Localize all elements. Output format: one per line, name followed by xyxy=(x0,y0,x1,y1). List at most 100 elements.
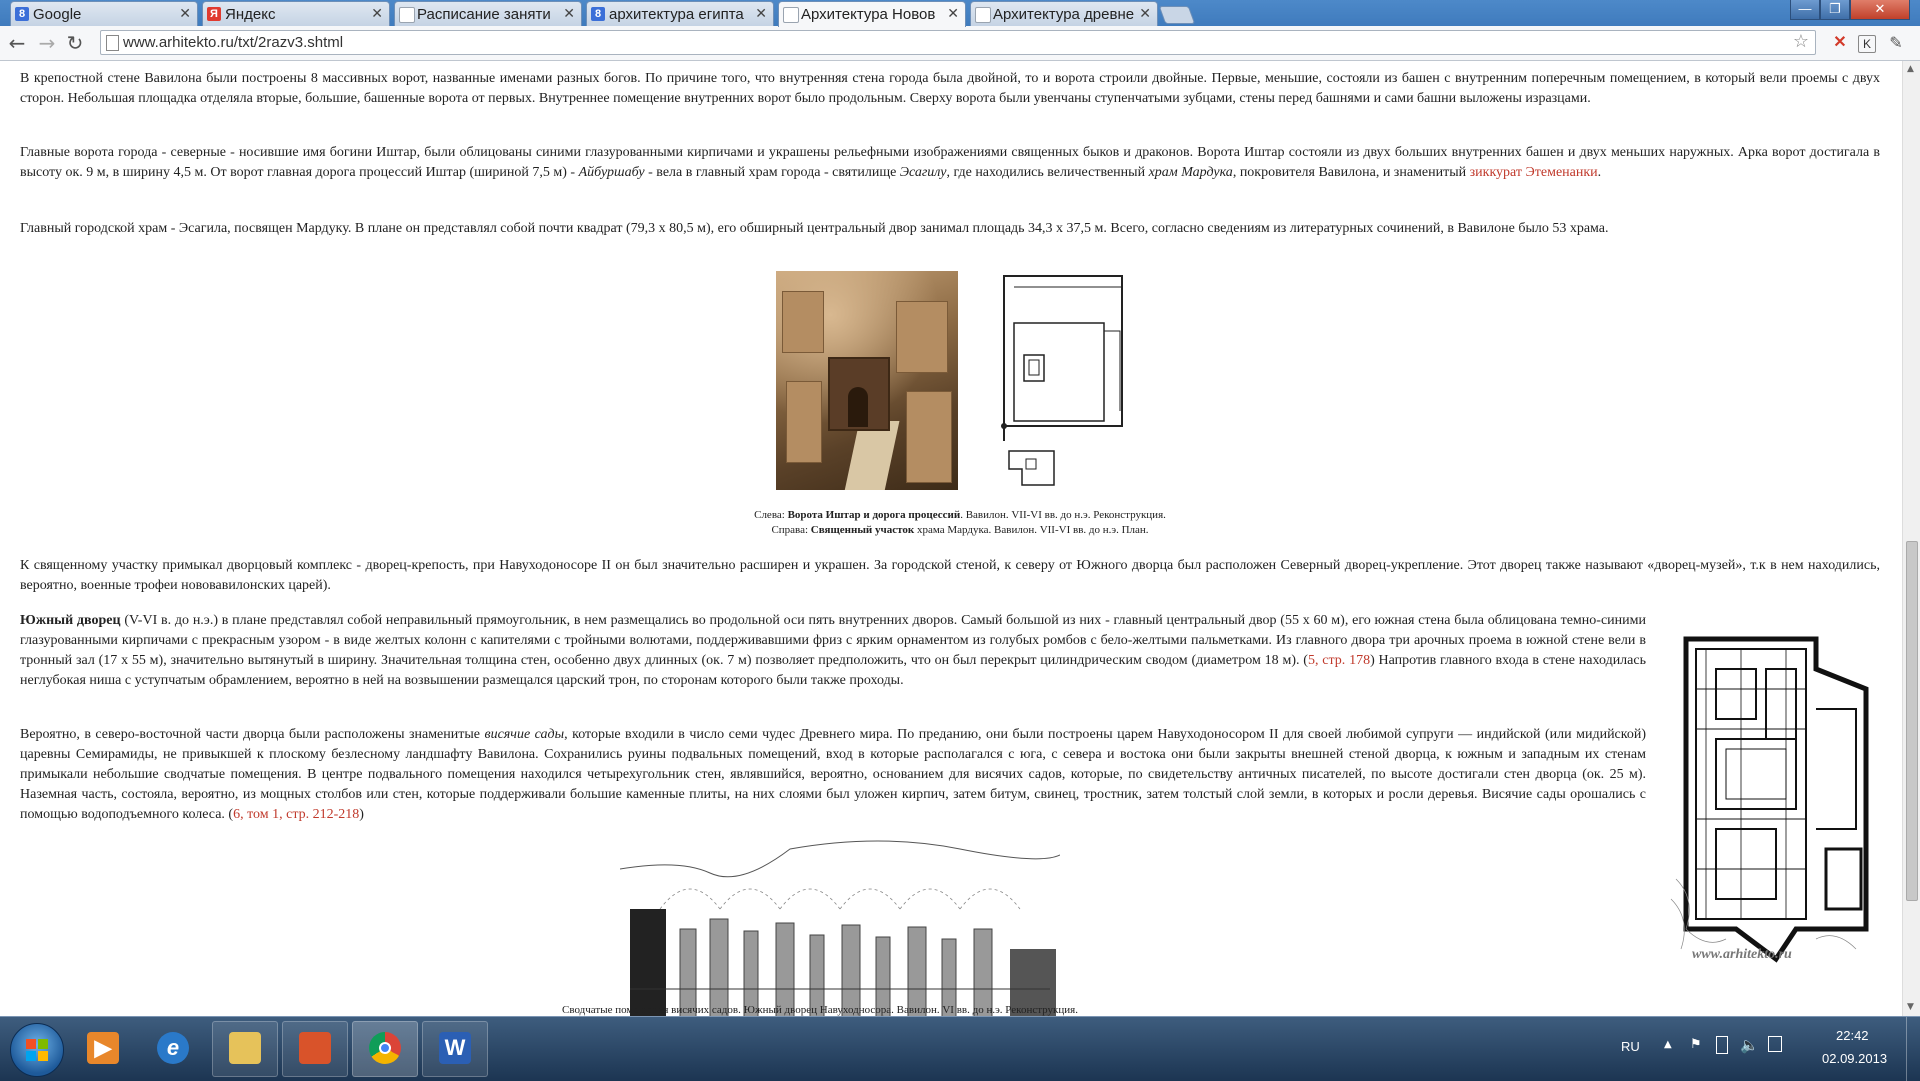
paragraph-southern-palace: Южный дворец (V-VI в. до н.э.) в плане п… xyxy=(20,611,1646,691)
procession-road xyxy=(844,421,900,490)
figure-caption-1: Слева: Ворота Иштар и дорога процессий. … xyxy=(580,508,1340,538)
bookmark-star-icon[interactable]: ☆ xyxy=(1793,31,1809,52)
action-center-flag-icon[interactable]: ⚑ xyxy=(1690,1037,1702,1052)
tab-label: Архитектура Новов xyxy=(801,6,936,23)
chrome-center-dot xyxy=(379,1042,391,1054)
start-button[interactable] xyxy=(10,1023,64,1077)
maximize-button[interactable]: ❐ xyxy=(1820,0,1850,20)
page-favicon-icon xyxy=(975,7,991,23)
text-span: Слева: xyxy=(754,509,788,521)
close-tab-icon[interactable]: ✕ xyxy=(947,5,959,22)
file-explorer-icon xyxy=(229,1032,261,1064)
page-icon xyxy=(106,35,119,51)
forward-button[interactable]: → xyxy=(36,33,58,55)
word-icon: W xyxy=(439,1032,471,1064)
tab-label: архитектура египта xyxy=(609,6,744,23)
network-icon[interactable] xyxy=(1768,1036,1782,1052)
hanging-gardens-drawing: www.arhitekto.ru xyxy=(619,839,1061,1016)
figure-caption-2: Сводчатые помещения висячих садов. Южный… xyxy=(562,1004,1078,1016)
text-span: ) xyxy=(359,807,364,822)
tab-schedule[interactable]: Расписание заняти ✕ xyxy=(394,1,582,26)
close-tab-icon[interactable]: ✕ xyxy=(179,5,191,22)
scroll-thumb[interactable] xyxy=(1906,541,1918,901)
taskbar-paint[interactable] xyxy=(282,1021,348,1077)
browser-toolbar: ← → ↻ www.arhitekto.ru/txt/2razv3.shtml … xyxy=(0,26,1920,61)
page-content: В крепостной стене Вавилона были построе… xyxy=(0,61,1902,1016)
building-block xyxy=(896,301,948,373)
text-span: Священный участок xyxy=(810,524,915,536)
url-text[interactable]: www.arhitekto.ru/txt/2razv3.shtml xyxy=(123,34,343,51)
tab-neo-babylon-active[interactable]: Архитектура Новов ✕ xyxy=(778,1,966,27)
taskbar-media-player[interactable]: ▶ xyxy=(70,1021,136,1077)
link-etemenanki[interactable]: зиккурат Этеменанки xyxy=(1470,165,1598,180)
tab-strip: 8 Google ✕ Я Яндекс ✕ Расписание заняти … xyxy=(0,0,1920,27)
tab-yandex[interactable]: Я Яндекс ✕ xyxy=(202,1,390,26)
new-tab-button[interactable] xyxy=(1158,6,1196,24)
show-desktop-button[interactable] xyxy=(1906,1017,1920,1081)
volume-icon[interactable]: 🔈 xyxy=(1740,1036,1759,1054)
battery-icon[interactable] xyxy=(1716,1036,1728,1054)
page-scrollbar[interactable]: ▲ ▼ xyxy=(1902,61,1920,1016)
internet-explorer-icon: e xyxy=(157,1032,189,1064)
text-span: , где находились величественный xyxy=(946,165,1149,180)
sacred-precinct-plan xyxy=(1001,275,1123,486)
close-tab-icon[interactable]: ✕ xyxy=(371,5,383,22)
tab-label: Google xyxy=(33,6,82,23)
minimize-button[interactable]: — xyxy=(1790,0,1820,20)
clock-time[interactable]: 22:42 xyxy=(1836,1028,1869,1043)
close-tab-icon[interactable]: ✕ xyxy=(563,5,575,22)
watermark-text: www.arhitekto.ru xyxy=(1692,947,1792,962)
tab-label: Яндекс xyxy=(225,6,276,23)
tab-ancient-architecture[interactable]: Архитектура древне ✕ xyxy=(970,1,1158,26)
paragraph-hanging-gardens: Вероятно, в северо-восточной части дворц… xyxy=(20,725,1646,825)
tab-egypt-search[interactable]: 8 архитектура египта ✕ xyxy=(586,1,774,26)
page-favicon-icon xyxy=(783,7,799,23)
text-span: Эсагилу xyxy=(899,165,947,180)
google-favicon-icon: 8 xyxy=(591,7,605,21)
close-window-button[interactable]: ✕ xyxy=(1850,0,1910,20)
text-span: , покровителя Вавилона, и знаменитый xyxy=(1232,165,1470,180)
text-span: - вела в главный храм города - святилище xyxy=(644,165,900,180)
text-span: Айбуршабу xyxy=(578,165,645,180)
extension-k-icon[interactable]: K xyxy=(1858,35,1876,53)
text-span: висячие сады xyxy=(484,727,565,742)
taskbar-file-explorer[interactable] xyxy=(212,1021,278,1077)
tab-label: Расписание заняти xyxy=(417,6,551,23)
vaults-drawing xyxy=(619,840,1061,1016)
link-source-5[interactable]: 5, стр. 178 xyxy=(1308,653,1370,668)
taskbar-word[interactable]: W xyxy=(422,1021,488,1077)
show-hidden-icons-arrow-icon[interactable]: ▲ xyxy=(1664,1039,1672,1050)
building-block xyxy=(786,381,822,463)
text-span: храма Мардука. Вавилон. VII-VI вв. до н.… xyxy=(914,524,1149,536)
paragraph-palace-complex: К священному участку примыкал дворцовый … xyxy=(20,558,1880,593)
paragraph-esagila: Главный городской храм - Эсагила, посвящ… xyxy=(20,221,1609,236)
windows-logo-icon xyxy=(26,1039,48,1061)
menu-wrench-icon[interactable]: ✎ xyxy=(1886,33,1906,53)
taskbar-internet-explorer[interactable]: e xyxy=(140,1021,206,1077)
tab-label: Архитектура древне xyxy=(993,6,1135,23)
text-span: Ворота Иштар и дорога процессий xyxy=(787,509,961,521)
close-tab-icon[interactable]: ✕ xyxy=(755,5,767,22)
taskbar-chrome[interactable] xyxy=(352,1021,418,1077)
close-tab-icon[interactable]: ✕ xyxy=(1139,5,1151,22)
clock-date[interactable]: 02.09.2013 xyxy=(1822,1051,1887,1066)
extension-red-icon[interactable]: ✕ xyxy=(1830,33,1850,53)
reload-button[interactable]: ↻ xyxy=(64,33,86,55)
ishtar-gate-photo xyxy=(776,271,958,490)
text-span: Южный дворец xyxy=(20,613,121,628)
address-bar[interactable]: www.arhitekto.ru/txt/2razv3.shtml ☆ xyxy=(100,30,1816,55)
scroll-up-arrow-icon[interactable]: ▲ xyxy=(1907,64,1914,74)
google-favicon-icon: 8 xyxy=(15,7,29,21)
link-source-6[interactable]: 6, том 1, стр. 212-218 xyxy=(233,807,359,822)
tab-google[interactable]: 8 Google ✕ xyxy=(10,1,198,26)
page-favicon-icon xyxy=(399,7,415,23)
back-button[interactable]: ← xyxy=(6,33,28,55)
taskbar: ▶ e W RU ▲ ⚑ 🔈 22:42 02.09.2013 xyxy=(0,1016,1920,1081)
language-indicator[interactable]: RU xyxy=(1621,1039,1640,1054)
paragraph-ishtar-gate: Главные ворота города - северные - носив… xyxy=(20,143,1880,183)
scroll-down-arrow-icon[interactable]: ▼ xyxy=(1907,1002,1914,1012)
text-span: храм Мардука xyxy=(1148,165,1233,180)
building-block xyxy=(906,391,952,483)
media-player-icon: ▶ xyxy=(87,1032,119,1064)
building-block xyxy=(782,291,824,353)
